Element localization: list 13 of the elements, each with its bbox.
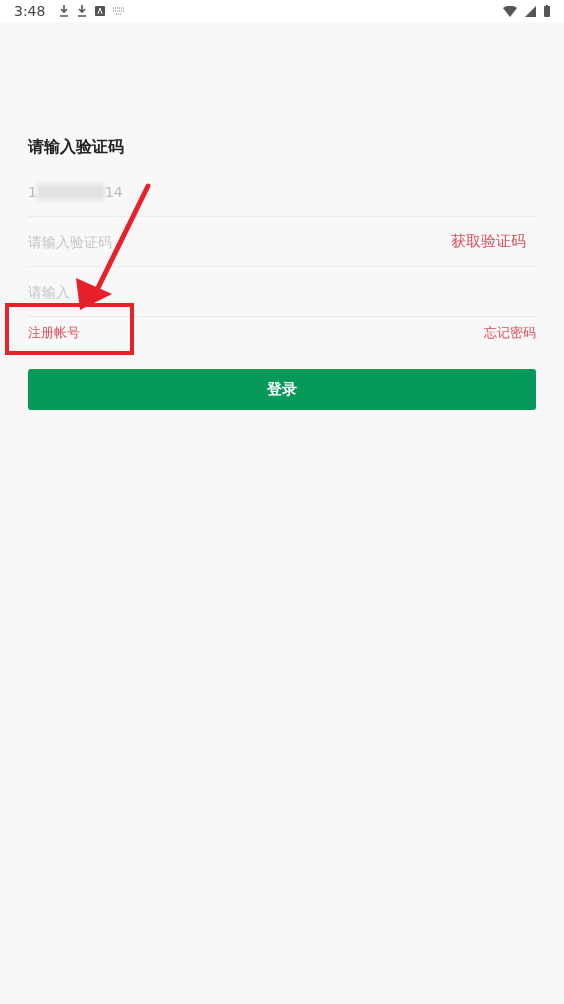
app-icon — [95, 6, 106, 16]
battery-icon — [544, 5, 550, 17]
download-icon — [59, 5, 70, 17]
get-code-link[interactable]: 获取验证码 — [451, 232, 526, 251]
wifi-icon — [503, 5, 517, 17]
keyboard-icon — [113, 7, 126, 15]
login-button[interactable]: 登录 — [28, 369, 536, 410]
status-time: 3:48 — [14, 3, 46, 19]
download-icon — [77, 5, 88, 17]
signal-icon — [525, 5, 536, 17]
page-title: 请输入验证码 — [28, 136, 125, 158]
forgot-password-link[interactable]: 忘记密码 — [484, 324, 536, 342]
register-link[interactable]: 注册帐号 — [28, 324, 80, 342]
